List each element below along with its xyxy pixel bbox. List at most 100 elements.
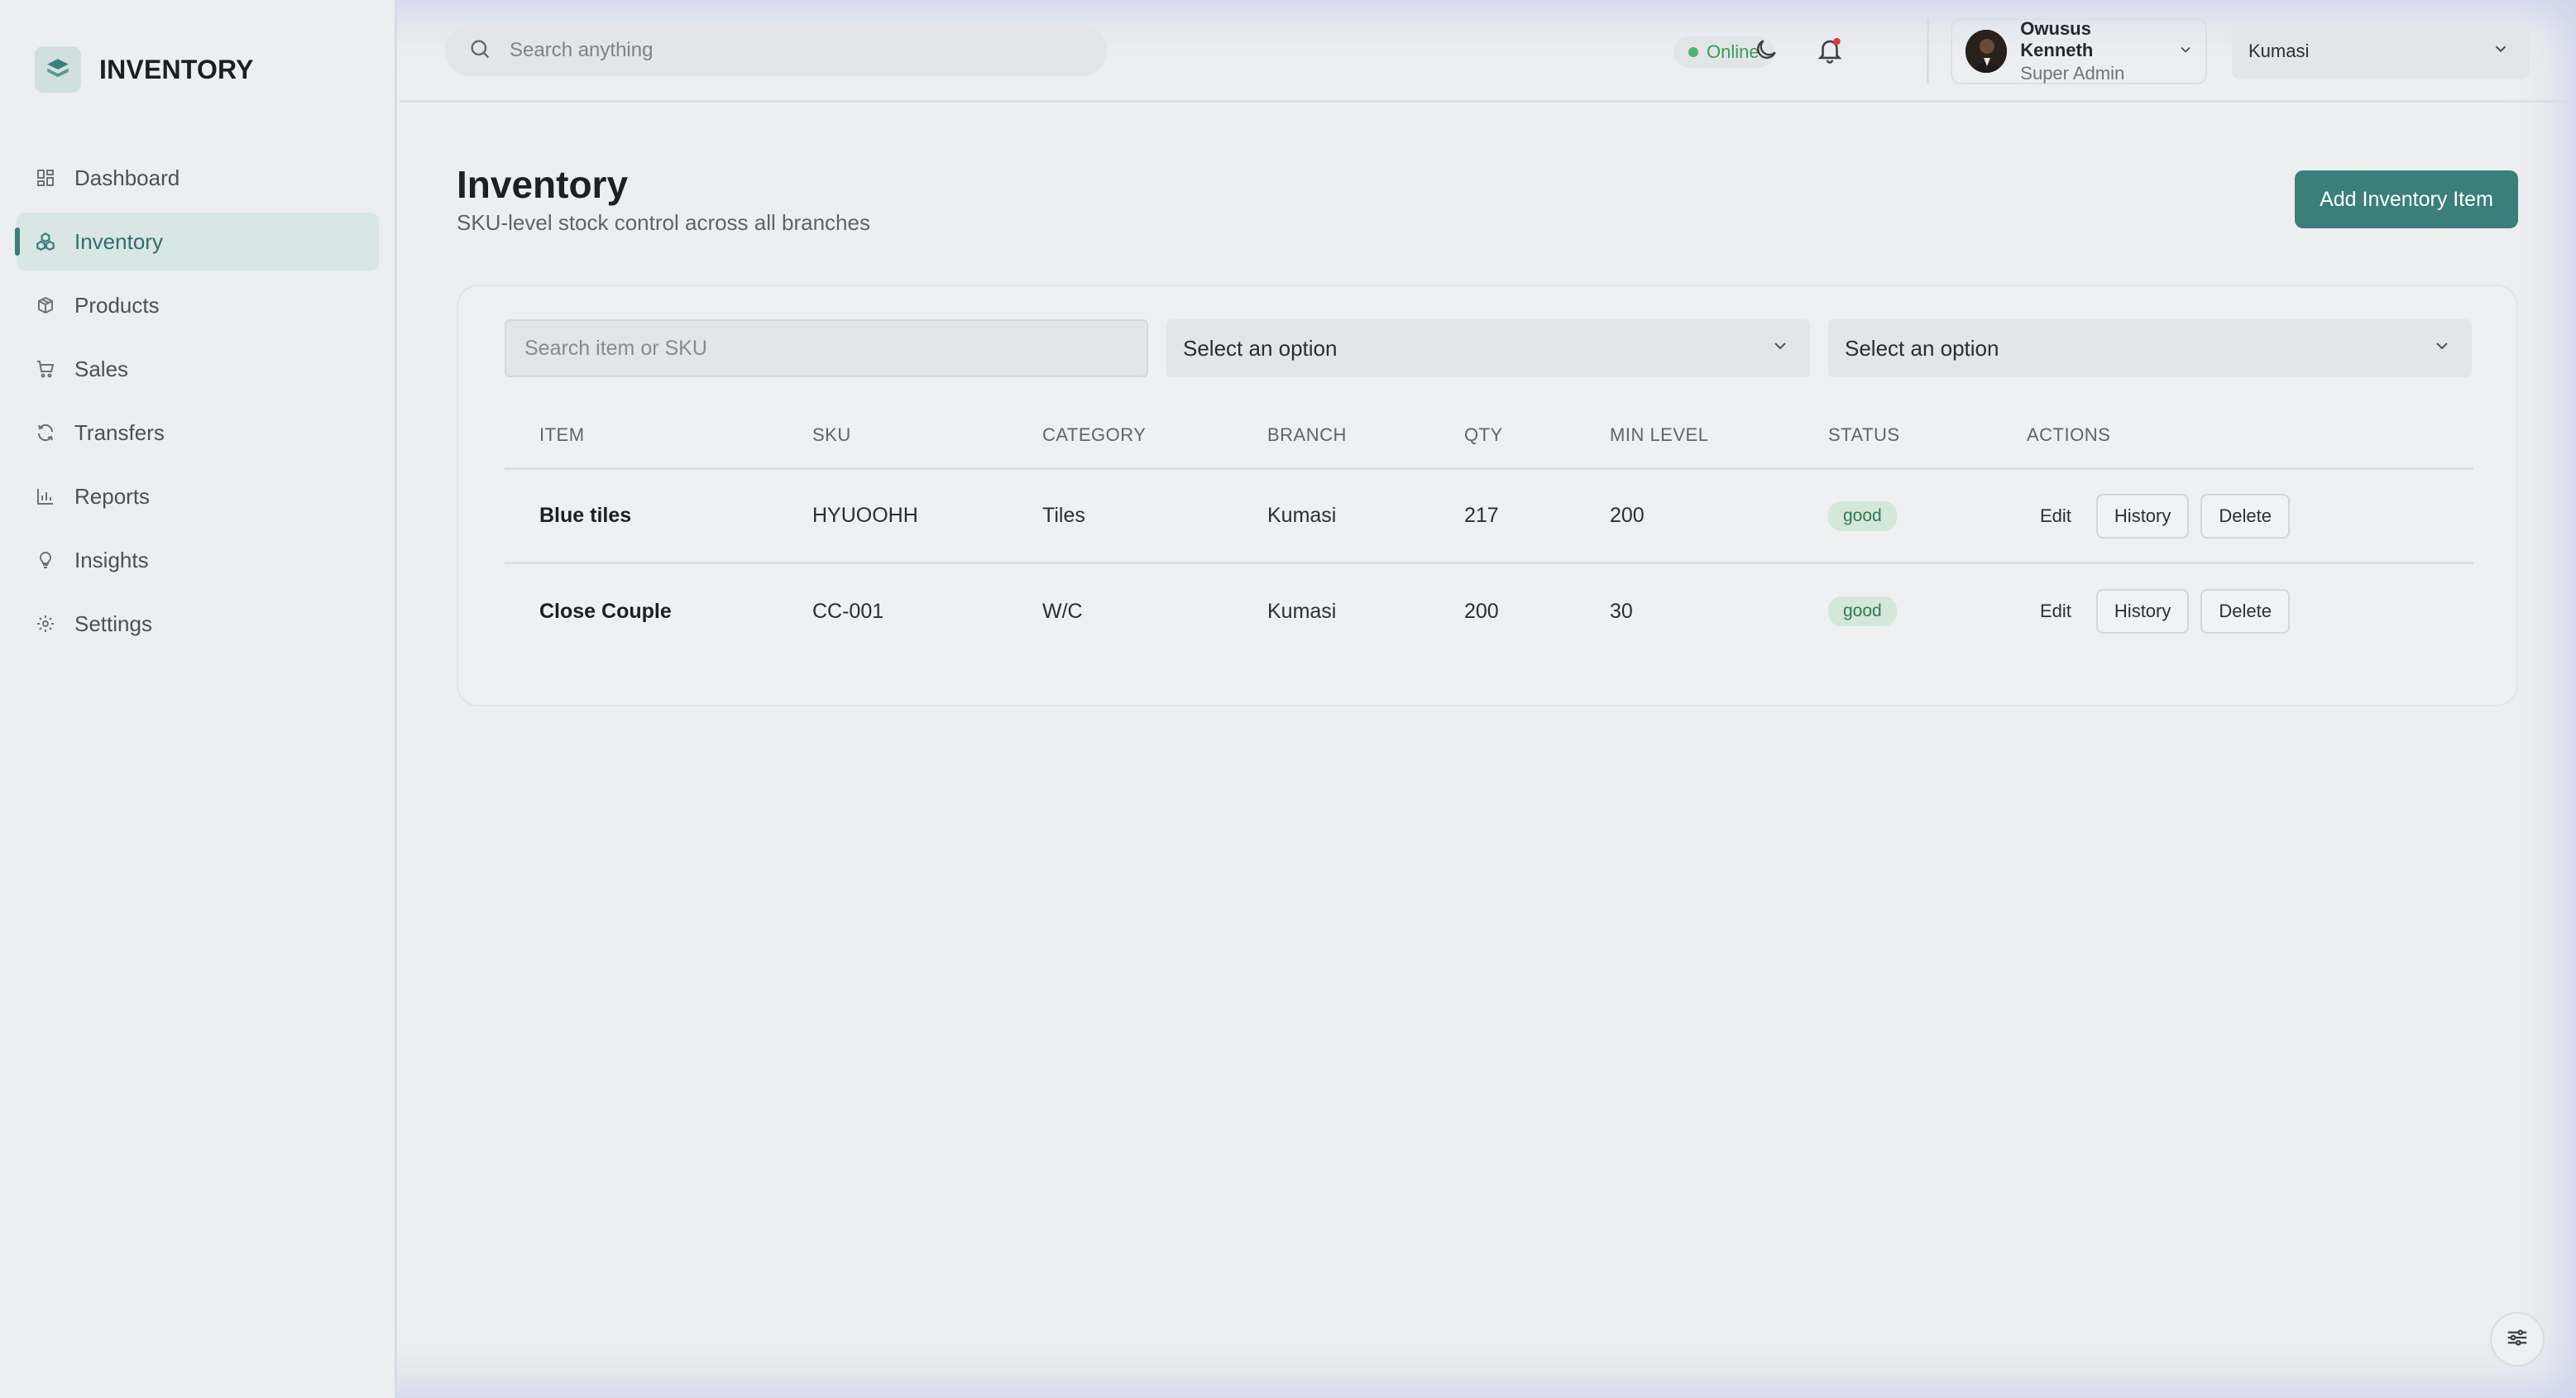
delete-button[interactable]: Delete <box>2200 589 2290 634</box>
cell-branch: Kumasi <box>1267 599 1337 623</box>
table-row: Close Couple CC-001 W/C Kumasi 200 30 go… <box>505 564 2473 658</box>
divider <box>1927 18 1929 84</box>
history-button[interactable]: History <box>2095 589 2190 634</box>
cell-sku: CC-001 <box>812 599 884 623</box>
transfer-icon <box>35 422 56 443</box>
history-button[interactable]: History <box>2095 493 2190 539</box>
cell-min-level: 30 <box>1610 599 1633 623</box>
edit-button[interactable]: Edit <box>2027 591 2085 632</box>
dashboard-icon <box>35 167 56 189</box>
select-value: Select an option <box>1183 335 1338 361</box>
chevron-down-icon <box>2432 336 2452 361</box>
chevron-down-icon <box>2177 41 2194 62</box>
products-icon <box>35 294 56 316</box>
user-menu[interactable]: Owusus Kenneth Super Admin <box>1951 18 2207 84</box>
sidebar-item-inventory[interactable]: Inventory <box>15 213 379 271</box>
page-subtitle: SKU-level stock control across all branc… <box>457 210 870 235</box>
column-header-branch[interactable]: BRANCH <box>1267 424 1347 446</box>
column-header-status[interactable]: STATUS <box>1828 424 1900 446</box>
sidebar-item-sales[interactable]: Sales <box>17 340 379 398</box>
inventory-card: Select an option Select an option ITEM S… <box>457 285 2518 706</box>
sidebar-item-insights[interactable]: Insights <box>17 531 379 589</box>
cell-min-level: 200 <box>1610 504 1645 527</box>
app-frame: INVENTORY Dashboard Inventory Products S… <box>0 0 2576 1398</box>
table-header: ITEM SKU CATEGORY BRANCH QTY MIN LEVEL S… <box>505 402 2473 470</box>
user-name: Owusus Kenneth <box>2020 18 2094 60</box>
column-header-category[interactable]: CATEGORY <box>1042 424 1146 446</box>
sidebar-item-settings[interactable]: Settings <box>17 595 379 653</box>
sidebar-item-label: Sales <box>74 356 129 381</box>
bell-icon <box>1816 36 1844 68</box>
edit-button[interactable]: Edit <box>2027 496 2085 537</box>
sliders-icon <box>2505 1325 2530 1354</box>
category-filter-select[interactable]: Select an option <box>1166 319 1810 377</box>
search-icon <box>468 37 491 65</box>
column-header-item[interactable]: ITEM <box>539 424 585 446</box>
cell-category: W/C <box>1042 599 1083 623</box>
column-header-min-level[interactable]: MIN LEVEL <box>1610 424 1708 446</box>
sidebar-item-transfers[interactable]: Transfers <box>17 404 379 462</box>
branch-filter-select[interactable]: Select an option <box>1828 319 2472 377</box>
cell-sku: HYUOOHH <box>812 504 918 527</box>
sidebar-item-label: Inventory <box>74 228 163 254</box>
user-info: Owusus Kenneth Super Admin <box>2020 18 2164 84</box>
cell-item: Close Couple <box>539 599 672 623</box>
sidebar-item-reports[interactable]: Reports <box>17 467 379 525</box>
brand[interactable]: INVENTORY <box>35 46 254 93</box>
filter-row: Select an option Select an option <box>505 319 2472 377</box>
topbar: Online Owusus Kenneth Super Admin <box>400 0 2576 103</box>
sidebar-item-label: Settings <box>74 610 152 636</box>
column-header-sku[interactable]: SKU <box>812 424 851 446</box>
sidebar: INVENTORY Dashboard Inventory Products S… <box>0 0 397 1398</box>
sidebar-item-label: Transfers <box>74 419 165 445</box>
sidebar-item-label: Insights <box>74 547 149 572</box>
customize-button[interactable] <box>2490 1312 2545 1367</box>
item-search-field[interactable] <box>505 319 1148 377</box>
status-badge-label: good <box>1828 596 1897 626</box>
status-badge-label: good <box>1828 500 1897 531</box>
row-actions: Edit History Delete <box>2027 493 2290 539</box>
sidebar-item-products[interactable]: Products <box>17 276 379 334</box>
status-badge: good <box>1828 596 1897 626</box>
column-header-qty[interactable]: QTY <box>1464 424 1503 446</box>
sidebar-item-label: Reports <box>74 483 151 509</box>
notifications-button[interactable] <box>1812 33 1848 69</box>
chevron-down-icon <box>1770 336 1790 361</box>
search-input[interactable] <box>510 39 1072 62</box>
add-inventory-item-button[interactable]: Add Inventory Item <box>2295 170 2518 228</box>
inventory-table: ITEM SKU CATEGORY BRANCH QTY MIN LEVEL S… <box>505 402 2473 658</box>
cell-category: Tiles <box>1042 504 1085 527</box>
row-actions: Edit History Delete <box>2027 589 2290 634</box>
sidebar-item-label: Products <box>74 292 160 318</box>
sidebar-item-label: Dashboard <box>74 165 180 190</box>
sidebar-item-dashboard[interactable]: Dashboard <box>17 149 379 207</box>
chart-icon <box>35 486 56 507</box>
cell-qty: 217 <box>1464 504 1499 527</box>
chevron-down-icon <box>2492 40 2510 63</box>
item-search-input[interactable] <box>524 336 1120 361</box>
cell-item: Blue tiles <box>539 504 632 527</box>
avatar <box>1966 30 2008 73</box>
theme-toggle-button[interactable] <box>1748 33 1784 69</box>
user-role: Super Admin <box>2020 63 2125 84</box>
branch-value: Kumasi <box>2248 41 2310 61</box>
inventory-icon <box>35 231 56 252</box>
cell-qty: 200 <box>1464 599 1499 623</box>
sidebar-nav: Dashboard Inventory Products Sales Trans… <box>15 149 379 658</box>
moon-icon <box>1753 36 1779 67</box>
logo-icon <box>35 46 81 93</box>
online-dot <box>1688 47 1698 57</box>
delete-button[interactable]: Delete <box>2200 493 2290 539</box>
table-row: Blue tiles HYUOOHH Tiles Kumasi 217 200 … <box>505 470 2473 564</box>
select-value: Select an option <box>1845 335 1999 361</box>
column-header-actions: ACTIONS <box>2027 424 2111 445</box>
lightbulb-icon <box>35 549 56 571</box>
cell-branch: Kumasi <box>1267 504 1337 527</box>
cart-icon <box>35 358 56 380</box>
gear-icon <box>35 613 56 634</box>
status-badge: good <box>1828 500 1897 531</box>
brand-name: INVENTORY <box>99 54 254 84</box>
branch-select[interactable]: Kumasi <box>2232 23 2530 79</box>
global-search[interactable] <box>445 25 1107 76</box>
page-title: Inventory <box>457 163 629 206</box>
